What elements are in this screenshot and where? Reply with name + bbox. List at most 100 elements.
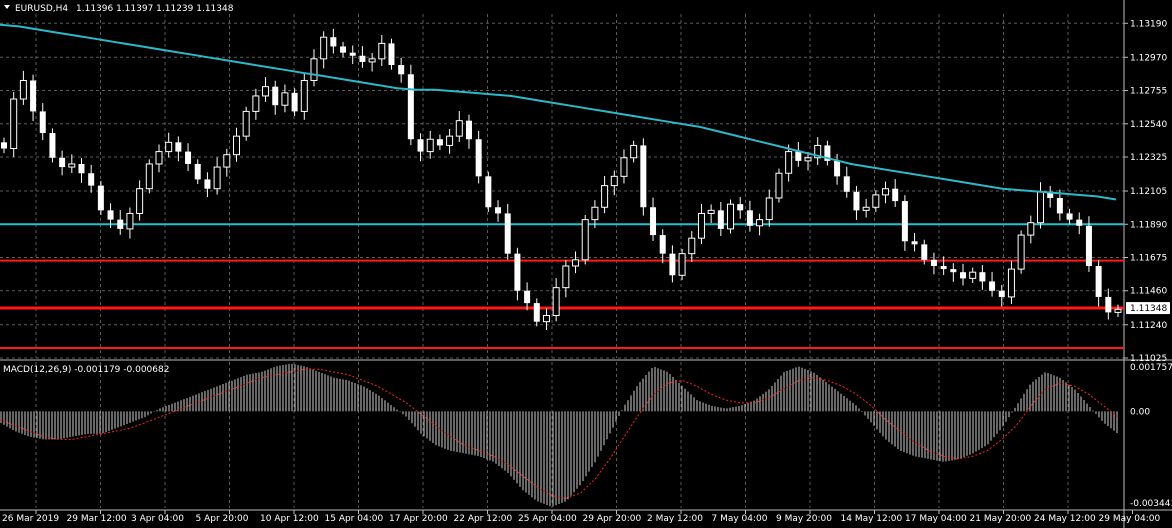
candle-body bbox=[552, 287, 560, 316]
candle-body bbox=[911, 241, 918, 245]
candle-body bbox=[533, 303, 540, 322]
candle-body bbox=[475, 139, 482, 177]
candle-body bbox=[697, 212, 705, 239]
candle-body bbox=[30, 80, 37, 112]
candle-body bbox=[853, 191, 860, 211]
candle-body bbox=[388, 43, 395, 66]
candle-body bbox=[804, 157, 812, 162]
candle-body bbox=[49, 133, 56, 158]
time-axis-label: 2 May 12:00 bbox=[647, 514, 703, 524]
candle-body bbox=[78, 163, 85, 174]
candle-body bbox=[1037, 191, 1045, 224]
candle-body bbox=[1085, 225, 1092, 267]
candle-body bbox=[97, 185, 104, 211]
candle-body bbox=[378, 42, 386, 60]
macd-label: MACD(12,26,9) -0.001179 -0.000682 bbox=[3, 365, 169, 375]
price-axis-label: 1.11460 bbox=[1130, 287, 1167, 297]
candle-body bbox=[882, 188, 890, 196]
candle-body bbox=[310, 58, 318, 81]
chart-header: EURUSD,H4 1.11396 1.11397 1.11239 1.1134… bbox=[4, 4, 234, 14]
candle-body bbox=[59, 157, 66, 168]
candle-body bbox=[155, 151, 163, 165]
candle-body bbox=[795, 151, 802, 161]
candle-body bbox=[1114, 308, 1122, 313]
candle-body bbox=[998, 290, 1005, 297]
time-axis-label: 17 Apr 20:00 bbox=[389, 514, 448, 524]
candle-body bbox=[455, 120, 463, 137]
candle-body bbox=[232, 135, 240, 156]
candle-body bbox=[601, 185, 609, 208]
candle-body bbox=[989, 281, 996, 291]
candle-body bbox=[39, 111, 46, 134]
time-axis-label: 25 Apr 04:00 bbox=[518, 514, 577, 524]
candle-body bbox=[485, 176, 492, 208]
candle-body bbox=[1007, 268, 1015, 298]
trading-chart[interactable]: 1.13190 1.12970 1.12755 1.12540 1.12325 1.121… bbox=[0, 0, 1172, 528]
candle-body bbox=[746, 210, 753, 226]
candle-body bbox=[213, 166, 221, 190]
candle-body bbox=[524, 290, 531, 304]
candle-body bbox=[242, 110, 250, 137]
candle-body bbox=[281, 92, 289, 106]
candle-body bbox=[68, 163, 76, 168]
price-axis-label: 1.12540 bbox=[1130, 120, 1167, 130]
time-axis-label: 7 May 04:00 bbox=[712, 514, 768, 524]
candle-body bbox=[10, 98, 18, 150]
candle-body bbox=[1056, 197, 1063, 214]
candle-body bbox=[1095, 266, 1102, 297]
candle-body bbox=[862, 206, 870, 211]
candle-body bbox=[650, 207, 657, 236]
time-axis-label: 14 May 12:00 bbox=[841, 514, 903, 524]
candle-body bbox=[465, 120, 472, 140]
candle-body bbox=[1076, 219, 1083, 226]
price-axis-label: 1.11890 bbox=[1130, 220, 1167, 230]
candle-body bbox=[785, 151, 793, 174]
candle-body bbox=[872, 194, 880, 208]
candle-body bbox=[320, 36, 328, 60]
candle-body bbox=[843, 176, 850, 192]
candle-body bbox=[688, 237, 696, 255]
time-axis-label: 24 May 12:00 bbox=[1034, 514, 1096, 524]
symbol-label: EURUSD,H4 bbox=[15, 4, 68, 14]
candle-body bbox=[581, 219, 589, 261]
candle-body bbox=[117, 219, 124, 229]
candle-body bbox=[330, 37, 337, 47]
candle-body bbox=[717, 210, 724, 229]
candle-body bbox=[185, 151, 192, 164]
candle-body bbox=[272, 86, 279, 106]
price-axis-label: 1.11240 bbox=[1130, 321, 1167, 331]
candle-body bbox=[300, 79, 308, 112]
candle-body bbox=[969, 271, 977, 279]
time-axis-label: 29 May 04:00 bbox=[1099, 514, 1161, 524]
candle-body bbox=[204, 179, 211, 189]
time-axis-label: 29 Apr 20:00 bbox=[583, 514, 642, 524]
candle-body bbox=[678, 253, 686, 276]
price-axis-label: 1.12755 bbox=[1130, 87, 1167, 97]
candle-body bbox=[620, 157, 628, 177]
time-axis-label: 21 May 20:00 bbox=[970, 514, 1032, 524]
candle-body bbox=[950, 269, 957, 273]
price-axis-label: 1.11675 bbox=[1130, 254, 1167, 264]
time-axis-label: 10 Apr 12:00 bbox=[260, 514, 319, 524]
candle-body bbox=[252, 95, 260, 112]
candle-body bbox=[542, 314, 550, 323]
candle-body bbox=[901, 201, 908, 242]
candle-body bbox=[19, 79, 27, 100]
candle-body bbox=[175, 142, 182, 152]
candle-body bbox=[707, 209, 715, 214]
candle-body bbox=[1017, 234, 1025, 270]
candle-body bbox=[1066, 213, 1073, 220]
time-axis-label: 17 May 04:00 bbox=[905, 514, 967, 524]
candle-body bbox=[591, 206, 599, 221]
candle-body bbox=[145, 163, 153, 190]
candle-body bbox=[1, 142, 7, 149]
candle-body bbox=[107, 210, 114, 220]
candle-body bbox=[930, 259, 937, 267]
candle-body bbox=[727, 203, 735, 230]
candle-body bbox=[223, 154, 231, 168]
candle-body bbox=[640, 145, 647, 208]
macd-axis-label: 0.001757 bbox=[1130, 363, 1172, 373]
candle-body bbox=[504, 213, 511, 254]
time-axis-label: 3 Apr 04:00 bbox=[131, 514, 184, 524]
ohlc-values: 1.11396 1.11397 1.11239 1.11348 bbox=[76, 4, 234, 14]
